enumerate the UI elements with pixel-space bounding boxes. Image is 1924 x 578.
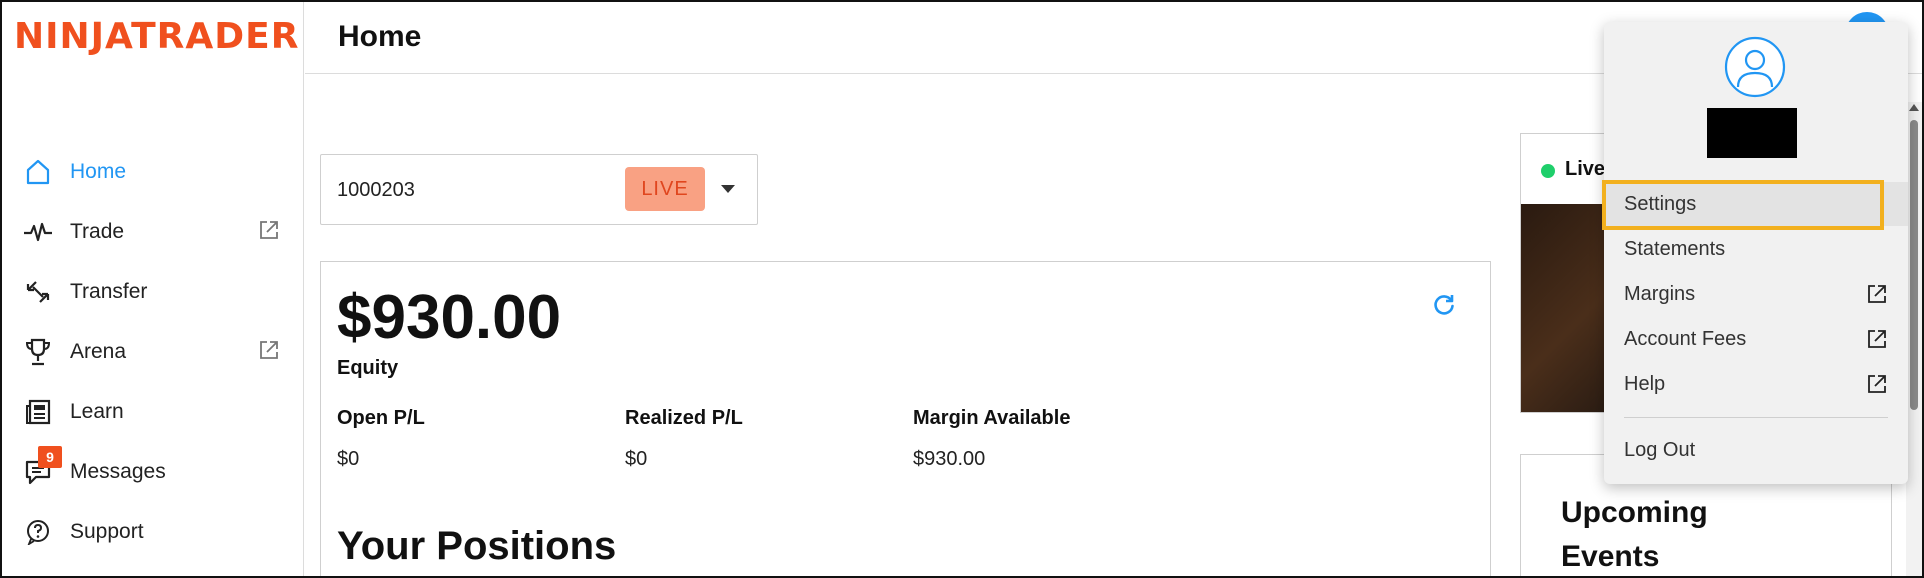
sidebar-item-trade[interactable]: Trade <box>2 202 304 262</box>
home-icon <box>22 156 54 188</box>
sidebar-item-label: Arena <box>70 340 127 363</box>
menu-item-account-fees[interactable]: Account Fees <box>1604 317 1908 361</box>
page-scrollbar[interactable] <box>1906 102 1922 576</box>
sidebar-nav: Home Trade Transfer Arena Learn 9 Messag… <box>2 142 304 562</box>
redacted-username <box>1707 108 1797 158</box>
stat-value: $930.00 <box>913 448 986 470</box>
live-status-dot <box>1541 164 1555 178</box>
menu-item-settings[interactable]: Settings <box>1604 182 1908 226</box>
sidebar: NINJATRADER Home Trade Transfer Arena Le… <box>2 2 304 576</box>
stat-label: Margin Available <box>913 407 1071 429</box>
scroll-up-arrow-icon[interactable] <box>1909 104 1919 111</box>
stat-label: Open P/L <box>337 407 425 429</box>
external-link-icon <box>258 339 282 363</box>
help-circle-icon <box>22 516 54 548</box>
sidebar-item-transfer[interactable]: Transfer <box>2 262 304 322</box>
realized-pl-stat: Realized P/L $0 <box>625 407 743 471</box>
equity-card: $930.00 Equity Open P/L $0 Realized P/L … <box>320 261 1491 576</box>
sidebar-item-label: Home <box>70 160 127 183</box>
equity-value: $930.00 <box>337 283 562 352</box>
menu-item-help[interactable]: Help <box>1604 362 1908 406</box>
equity-label: Equity <box>337 357 399 379</box>
menu-item-label: Margins <box>1624 282 1696 305</box>
sidebar-item-label: Messages <box>70 460 166 483</box>
live-status-badge: LIVE <box>625 167 705 211</box>
menu-item-log-out[interactable]: Log Out <box>1604 428 1908 472</box>
chevron-down-icon[interactable] <box>721 185 735 193</box>
user-avatar-icon <box>1724 36 1786 98</box>
sidebar-item-arena[interactable]: Arena <box>2 322 304 382</box>
sidebar-item-home[interactable]: Home <box>2 142 304 202</box>
account-number: 1000203 <box>337 179 415 201</box>
app-window: NINJATRADER Home Trade Transfer Arena Le… <box>0 0 1924 578</box>
external-link-icon <box>1866 283 1888 305</box>
menu-item-label: Settings <box>1624 192 1697 215</box>
sidebar-item-label: Transfer <box>70 280 148 303</box>
events-title: Upcoming Events <box>1561 496 1708 573</box>
newspaper-icon <box>22 396 54 428</box>
trophy-icon <box>22 336 54 368</box>
stat-value: $0 <box>625 448 648 470</box>
sidebar-item-support[interactable]: Support <box>2 502 304 562</box>
external-link-icon <box>1866 373 1888 395</box>
account-selector[interactable]: 1000203 LIVE <box>320 154 758 225</box>
menu-item-label: Account Fees <box>1624 327 1747 350</box>
menu-divider <box>1624 417 1888 418</box>
transfer-arrows-icon <box>22 276 54 308</box>
sidebar-item-label: Learn <box>70 400 124 423</box>
menu-item-label: Statements <box>1624 237 1726 260</box>
menu-item-statements[interactable]: Statements <box>1604 227 1908 271</box>
user-menu: Settings Statements Margins Account Fees… <box>1604 22 1908 484</box>
unread-badge: 9 <box>38 446 62 468</box>
positions-title: Your Positions <box>337 524 617 568</box>
stat-label: Realized P/L <box>625 407 743 429</box>
external-link-icon <box>1866 328 1888 350</box>
margin-available-stat: Margin Available $930.00 <box>913 407 1070 471</box>
open-pl-stat: Open P/L $0 <box>337 407 425 471</box>
menu-item-margins[interactable]: Margins <box>1604 272 1908 316</box>
sidebar-item-label: Trade <box>70 220 125 243</box>
scrollbar-thumb[interactable] <box>1910 120 1918 410</box>
page-title: Home <box>338 20 422 53</box>
sidebar-item-learn[interactable]: Learn <box>2 382 304 442</box>
pulse-icon <box>22 216 54 248</box>
brand-logo[interactable]: NINJATRADER <box>14 16 299 57</box>
live-label: Live <box>1565 158 1606 180</box>
stat-value: $0 <box>337 448 360 470</box>
menu-item-label: Log Out <box>1624 438 1696 461</box>
refresh-icon[interactable] <box>1431 292 1457 318</box>
sidebar-item-label: Support <box>70 520 144 543</box>
external-link-icon <box>258 219 282 243</box>
menu-item-label: Help <box>1624 372 1666 395</box>
sidebar-item-messages[interactable]: 9 Messages <box>2 442 304 502</box>
